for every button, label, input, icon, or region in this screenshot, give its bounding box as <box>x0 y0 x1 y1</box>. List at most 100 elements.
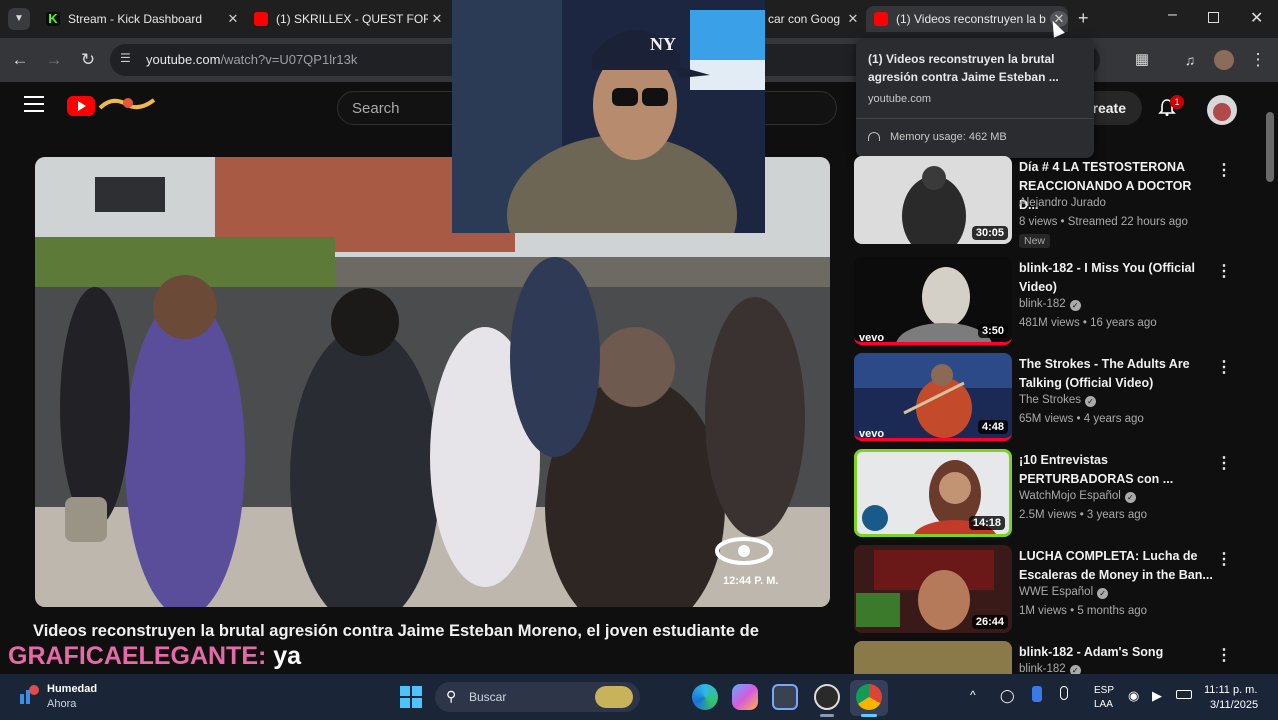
reload-icon[interactable]: ↻ <box>76 48 100 72</box>
bluetooth-icon[interactable] <box>1032 686 1042 702</box>
page-scrollbar[interactable] <box>1266 112 1274 182</box>
restore-button[interactable] <box>1208 12 1219 23</box>
hover-card-domain: youtube.com <box>868 93 931 105</box>
more-options-icon[interactable]: ⋮ <box>1216 645 1232 665</box>
more-options-icon[interactable]: ⋮ <box>1216 357 1232 377</box>
verified-icon: ✓ <box>1069 300 1081 311</box>
store-icon[interactable] <box>772 684 798 710</box>
channel-name[interactable]: blink-182 ✓ <box>1019 663 1081 674</box>
recommendation-title[interactable]: LUCHA COMPLETA: Lucha de Escaleras de Mo… <box>1019 547 1214 585</box>
video-title: Videos reconstruyen la brutal agresión c… <box>33 622 759 640</box>
forward-icon[interactable]: → <box>42 48 66 72</box>
hover-card-memory: Memory usage: 462 MB <box>890 131 1007 143</box>
volume-icon[interactable]: ▶ <box>1152 688 1162 704</box>
extensions-icon[interactable]: ▦ <box>1130 48 1154 72</box>
edge-icon[interactable] <box>692 684 718 710</box>
account-avatar[interactable] <box>1207 95 1237 125</box>
tab-close-icon[interactable]: ✕ <box>844 11 862 27</box>
battery-icon[interactable] <box>1176 690 1192 699</box>
copilot-icon[interactable] <box>732 684 758 710</box>
search-highlight-icon <box>595 686 633 708</box>
recommendation-item[interactable]: vevo 4:48 The Strokes - The Adults Are T… <box>854 353 1264 443</box>
chrome-active-indicator <box>861 714 877 717</box>
verified-icon: ✓ <box>1069 665 1081 674</box>
webcam-overlay: NY <box>452 0 765 233</box>
tab-title: Stream - Kick Dashboard <box>68 12 203 26</box>
channel-name[interactable]: WWE Español ✓ <box>1019 586 1109 599</box>
svg-text:NY: NY <box>650 34 676 54</box>
video-thumbnail[interactable]: vevo 3:50 <box>854 257 1012 345</box>
video-meta: 2.5M views • 3 years ago <box>1019 509 1148 521</box>
recommendation-title[interactable]: blink-182 - I Miss You (Official Video) <box>1019 259 1214 297</box>
tab-close-icon[interactable]: ✕ <box>224 11 242 27</box>
recommendation-item[interactable]: 26:44 LUCHA COMPLETA: Lucha de Escaleras… <box>854 545 1264 635</box>
tab-search-button[interactable]: ▼ <box>8 8 30 30</box>
channel-logo-icon <box>715 535 773 567</box>
tab-close-icon[interactable]: ✕ <box>428 11 446 27</box>
video-thumbnail[interactable] <box>854 641 1012 674</box>
chat-username: GRAFICAELEGANTE: <box>8 642 267 670</box>
tab-skrillex[interactable]: (1) SKRILLEX - QUEST FOR FI ✕ <box>246 6 446 32</box>
more-options-icon[interactable]: ⋮ <box>1216 549 1232 569</box>
recommendation-item[interactable]: blink-182 - Adam's Song blink-182 ✓ ⋮ <box>854 641 1264 674</box>
tab-hover-card: (1) Videos reconstruyen la brutal agresi… <box>856 38 1094 158</box>
hover-card-title: (1) Videos reconstruyen la brutal agresi… <box>868 52 1059 84</box>
weather-subtitle: Ahora <box>47 698 77 710</box>
recommendation-title[interactable]: ¡10 Entrevistas PERTURBADORAS con ... <box>1019 451 1214 489</box>
obs-icon[interactable] <box>814 684 840 710</box>
youtube-icon <box>874 12 888 26</box>
media-control-icon[interactable]: ♫ <box>1178 48 1202 72</box>
recommendation-item[interactable]: 30:05 Día # 4 LA TESTOSTERONA REACCIONAN… <box>854 156 1264 248</box>
site-settings-icon[interactable]: ☰ <box>120 51 136 67</box>
clock-time[interactable]: 11:11 p. m. <box>1204 684 1257 696</box>
new-tab-button[interactable]: + <box>1078 8 1089 29</box>
taskbar-search-label: Buscar <box>469 690 507 704</box>
back-icon[interactable]: ← <box>8 48 32 72</box>
tab-title: (1) Videos reconstruyen la b <box>896 12 1046 26</box>
sync-icon[interactable]: ◯ <box>1000 688 1015 704</box>
app-active-indicator <box>820 714 834 717</box>
hamburger-menu-icon[interactable] <box>24 96 44 112</box>
url-text[interactable]: youtube.com/watch?v=U07QP1lr13k <box>146 52 357 67</box>
kick-icon: K <box>46 12 60 26</box>
duration-badge: 3:50 <box>977 324 1008 338</box>
video-thumbnail[interactable]: 26:44 <box>854 545 1012 633</box>
duration-badge: 4:48 <box>977 420 1008 434</box>
video-thumbnail[interactable]: 30:05 <box>854 156 1012 244</box>
more-options-icon[interactable]: ⋮ <box>1216 453 1232 473</box>
minimize-button[interactable]: – <box>1168 6 1177 24</box>
channel-name[interactable]: Alejandro Jurado <box>1019 197 1106 209</box>
menu-dots-icon[interactable]: ⋮ <box>1246 48 1270 72</box>
windows-start-icon[interactable] <box>400 686 422 708</box>
video-thumbnail[interactable]: 14:18 <box>854 449 1012 537</box>
channel-name[interactable]: WatchMojo Español ✓ <box>1019 490 1136 503</box>
more-options-icon[interactable]: ⋮ <box>1216 160 1232 180</box>
tab-videos-reconstruyen[interactable]: (1) Videos reconstruyen la b ✕ <box>866 6 1068 32</box>
more-options-icon[interactable]: ⋮ <box>1216 261 1232 281</box>
chat-overlay: GRAFICAELEGANTE: ya <box>8 642 301 671</box>
close-window-button[interactable]: ✕ <box>1250 8 1263 28</box>
recommendation-item[interactable]: vevo 3:50 blink-182 - I Miss You (Offici… <box>854 257 1264 347</box>
show-hidden-icons-icon[interactable]: ^ <box>970 688 976 702</box>
taskbar-search-box[interactable]: ⚲ Buscar <box>435 682 640 712</box>
channel-name[interactable]: blink-182 ✓ <box>1019 298 1081 311</box>
video-timestamp: 12:44 P. M. <box>723 575 779 587</box>
video-thumbnail[interactable]: vevo 4:48 <box>854 353 1012 441</box>
tab-google[interactable]: car con Goog ✕ <box>766 6 862 32</box>
youtube-logo-icon[interactable] <box>67 96 95 116</box>
duration-badge: 30:05 <box>971 226 1008 240</box>
tab-kick-dashboard[interactable]: K Stream - Kick Dashboard ✕ <box>38 6 242 32</box>
profile-avatar[interactable] <box>1214 50 1234 70</box>
channel-name[interactable]: The Strokes ✓ <box>1019 394 1096 407</box>
recommendation-title[interactable]: blink-182 - Adam's Song <box>1019 643 1214 662</box>
microphone-icon[interactable] <box>1060 686 1068 700</box>
recommendation-title[interactable]: The Strokes - The Adults Are Talking (Of… <box>1019 355 1214 393</box>
weather-title[interactable]: Humedad <box>47 683 97 695</box>
wifi-icon[interactable]: ◉ <box>1128 688 1139 704</box>
memory-gauge-icon <box>868 132 880 141</box>
weather-icon[interactable] <box>18 684 40 706</box>
video-meta: 1M views • 5 months ago <box>1019 605 1148 617</box>
tab-title: (1) SKRILLEX - QUEST FOR FI <box>276 12 428 26</box>
language-top[interactable]: ESP <box>1094 685 1114 696</box>
recommendation-item[interactable]: 14:18 ¡10 Entrevistas PERTURBADORAS con … <box>854 449 1264 539</box>
